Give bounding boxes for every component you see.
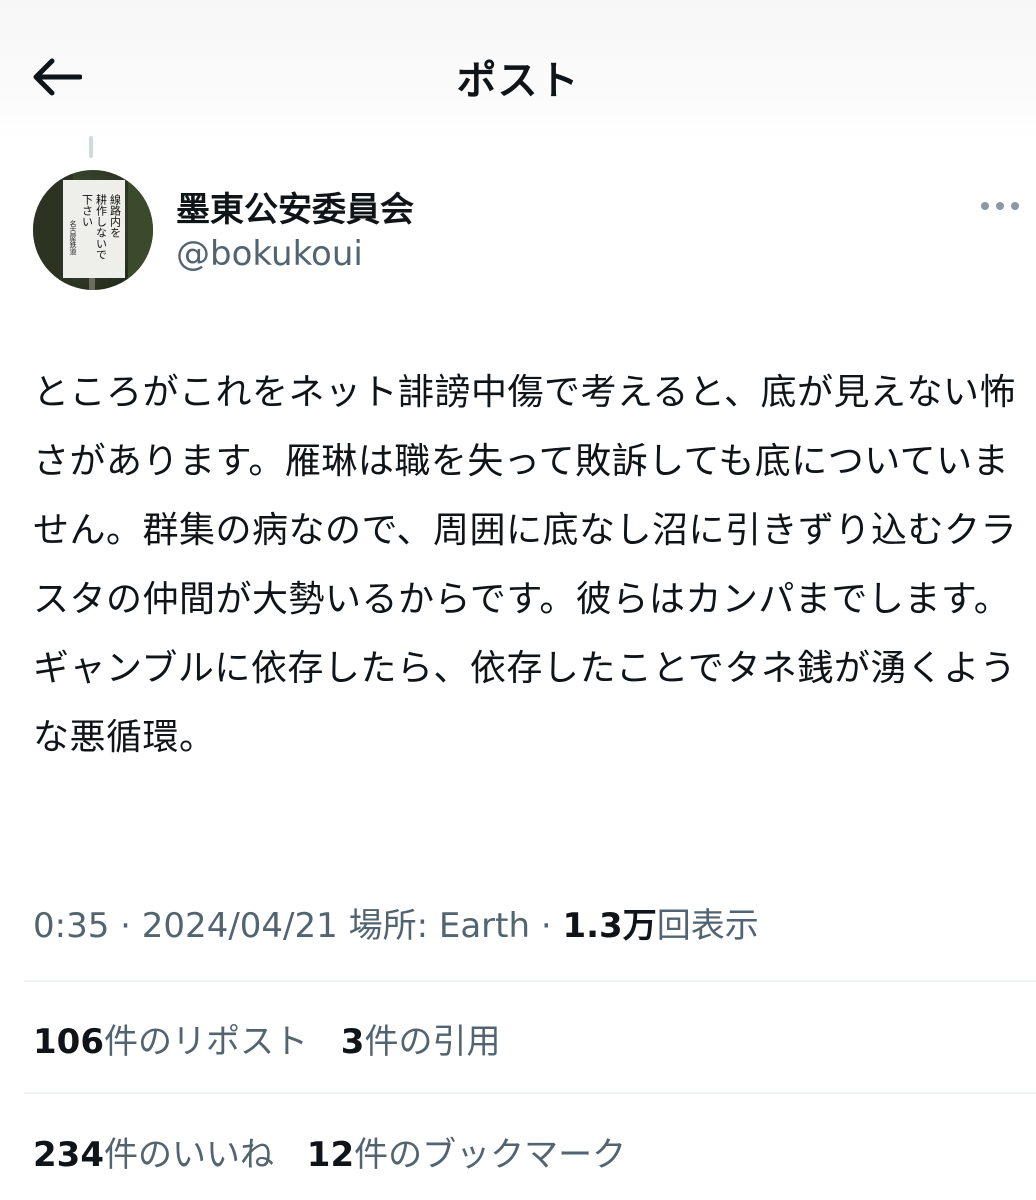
header-bar: ポスト	[0, 0, 1036, 140]
reposts-count: 106	[33, 1022, 104, 1062]
avatar-sign-text-4: 名古屋鉄道	[69, 219, 77, 256]
views-label: 回表示	[656, 906, 759, 946]
post-date[interactable]: 2024/04/21	[142, 906, 338, 946]
avatar[interactable]: 線路内を 耕作しないで 下さい 名古屋鉄道	[33, 170, 153, 290]
likes-stat[interactable]: 234件のいいね	[33, 1135, 274, 1175]
author-display-name[interactable]: 墨東公安委員会	[176, 182, 414, 231]
repost-quote-stats: 106件のリポスト 3件の引用	[33, 1014, 522, 1063]
quotes-stat[interactable]: 3件の引用	[341, 1022, 501, 1062]
like-bookmark-stats: 234件のいいね 12件のブックマーク	[33, 1127, 648, 1176]
post-meta: 0:35 · 2024/04/21 場所: Earth · 1.3万回表示	[33, 898, 1023, 947]
meta-separator: ·	[120, 906, 131, 946]
post-text: ところがこれをネット誹謗中傷で考えると、底が見えない怖さがあります。雁琳は職を失…	[33, 372, 1018, 758]
quotes-label: 件の引用	[364, 1022, 501, 1062]
divider	[24, 1092, 1036, 1094]
quotes-count: 3	[340, 1022, 365, 1062]
avatar-sign-text-1: 線路内を	[109, 193, 122, 238]
more-options-button[interactable]	[974, 188, 1026, 224]
page-title: ポスト	[456, 58, 580, 104]
post-location: 場所: Earth	[348, 906, 531, 946]
reposts-stat[interactable]: 106件のリポスト	[33, 1022, 308, 1062]
post-time[interactable]: 0:35	[33, 906, 109, 946]
divider	[24, 980, 1036, 982]
likes-label: 件のいいね	[103, 1135, 274, 1175]
meta-separator: ·	[540, 906, 552, 946]
avatar-sign-text-2: 耕作しないで	[95, 193, 108, 260]
post-detail-page: ポスト 線路内を 耕作しないで 下さい 名古屋鉄道 墨東公安委員会 @bokuk…	[0, 0, 1036, 1200]
avatar-sign-photo: 線路内を 耕作しないで 下さい 名古屋鉄道	[33, 170, 153, 290]
bookmarks-label: 件のブックマーク	[354, 1135, 627, 1175]
likes-count: 234	[33, 1135, 104, 1175]
bookmarks-stat[interactable]: 12件のブックマーク	[307, 1135, 626, 1175]
bookmarks-count: 12	[306, 1135, 355, 1175]
more-horizontal-icon	[981, 202, 1019, 210]
reposts-label: 件のリポスト	[103, 1022, 308, 1062]
author-handle[interactable]: @bokukoui	[176, 234, 363, 274]
views-count: 1.3万	[562, 906, 657, 946]
thread-connector	[89, 136, 93, 158]
avatar-sign-text-3: 下さい	[81, 194, 94, 227]
